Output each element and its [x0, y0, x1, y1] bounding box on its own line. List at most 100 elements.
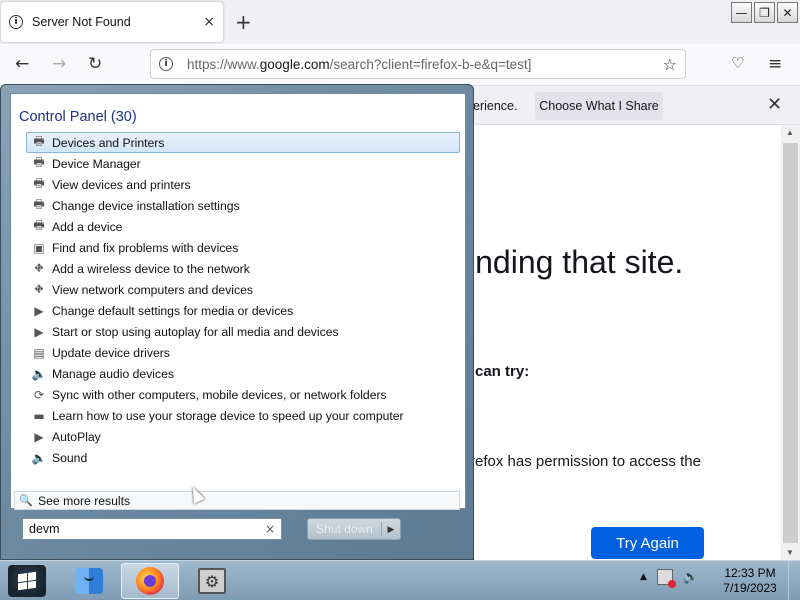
control-panel-group-title[interactable]: Control Panel (30): [19, 109, 137, 125]
autoplay-icon: ▶: [34, 429, 44, 444]
clock-date: 7/19/2023: [723, 581, 777, 595]
result-item[interactable]: 🔈 Manage audio devices: [26, 363, 460, 384]
result-list: 🖶 Devices and Printers 🖶 Device Manager 🖶 Vie…: [26, 132, 460, 468]
result-item-label: Add a device: [52, 219, 123, 234]
result-item-label: Change device installation settings: [52, 198, 240, 213]
printer-icon: 🖶: [33, 134, 45, 148]
clear-search-icon[interactable]: ×: [265, 522, 275, 536]
try-again-button[interactable]: Try Again: [591, 527, 704, 559]
network-status-icon[interactable]: [656, 569, 676, 588]
result-item[interactable]: ⟳ Sync with other computers, mobile devic…: [26, 384, 460, 405]
browser-tab[interactable]: i Server Not Found ×: [1, 2, 223, 42]
result-item[interactable]: ⛖ View network computers and devices: [26, 279, 460, 300]
system-tray: ▲ 🔈: [640, 569, 699, 588]
clock-time: 12:33 PM: [724, 566, 776, 580]
window-icon: ▣: [33, 240, 45, 255]
result-item-label: View network computers and devices: [52, 282, 253, 297]
result-item-label: Learn how to use your storage device to …: [52, 408, 404, 423]
restore-button[interactable]: ❐: [754, 2, 775, 23]
result-item-label: AutoPlay: [52, 429, 101, 444]
result-item-label: Update device drivers: [52, 345, 170, 360]
see-more-results[interactable]: 🔍 See more results: [14, 491, 460, 510]
result-item-label: Start or stop using autoplay for all med…: [52, 324, 339, 339]
volume-muted-icon[interactable]: 🔈: [683, 570, 699, 585]
info-icon: i: [9, 15, 23, 29]
result-item[interactable]: 🖶 View devices and printers: [26, 174, 460, 195]
result-item-label: Find and fix problems with devices: [52, 240, 239, 255]
taskbar-clock[interactable]: 12:33 PM 7/19/2023: [718, 566, 782, 596]
reload-icon[interactable]: ↻: [88, 54, 102, 74]
scroll-down-arrow-icon[interactable]: ▼: [786, 548, 794, 557]
error-heading: inding that site.: [468, 244, 684, 280]
network-icon: ⛖: [34, 282, 44, 296]
scroll-thumb[interactable]: [783, 143, 798, 543]
result-item[interactable]: ▤ Update device drivers: [26, 342, 460, 363]
url-prefix: https://www.: [187, 56, 260, 72]
start-menu: Control Panel (30) 🖶 Devices and Printers…: [0, 84, 474, 560]
forward-arrow-icon[interactable]: →: [52, 54, 66, 74]
result-item[interactable]: 🖶 Device Manager: [26, 153, 460, 174]
url-domain: google.com: [259, 56, 330, 72]
taskbar-finder-button[interactable]: [60, 563, 118, 599]
close-notice-icon[interactable]: ✕: [767, 94, 782, 115]
speaker-icon: 🔈: [31, 366, 47, 381]
start-button[interactable]: [8, 565, 46, 597]
shutdown-button[interactable]: Shut down ▶: [307, 518, 401, 540]
autoplay-icon: ▶: [34, 303, 44, 318]
bookmark-star-icon[interactable]: ☆: [663, 55, 677, 74]
result-item[interactable]: ▬ Learn how to use your storage device to…: [26, 405, 460, 426]
url-suffix: /search?client=firefox-b-e&q=test]: [329, 56, 532, 72]
choose-what-i-share-button[interactable]: Choose What I Share: [535, 92, 663, 120]
result-item-label: Sound: [52, 450, 88, 465]
suggestions-heading: can try:: [475, 363, 530, 380]
back-arrow-icon[interactable]: ←: [15, 54, 29, 74]
result-item[interactable]: ⛖ Add a wireless device to the network: [26, 258, 460, 279]
suggestion-text: refox has permission to access the: [470, 453, 701, 470]
driver-icon: ▤: [33, 345, 45, 360]
url-bar[interactable]: i https://www.google.com/search?client=f…: [150, 49, 686, 79]
scroll-up-arrow-icon[interactable]: ▲: [786, 128, 794, 137]
window-controls: — ❐ ✕: [731, 2, 798, 23]
printer-icon: 🖶: [33, 176, 45, 190]
search-value[interactable]: devm: [29, 522, 265, 536]
monitor-icon: ▬: [33, 408, 45, 423]
new-tab-button[interactable]: +: [235, 10, 252, 34]
printer-icon: 🖶: [33, 218, 45, 232]
result-item[interactable]: ▶ Change default settings for media or de…: [26, 300, 460, 321]
show-hidden-icons-arrow-icon[interactable]: ▲: [640, 572, 647, 582]
start-search-input[interactable]: devm ×: [22, 518, 282, 540]
taskbar: ⚙ ▲ 🔈 12:33 PM 7/19/2023: [0, 560, 800, 600]
search-results-panel: Control Panel (30) 🖶 Devices and Printers…: [10, 93, 466, 510]
taskbar-control-panel-button[interactable]: ⚙: [183, 563, 241, 599]
result-item-label: Device Manager: [52, 156, 141, 171]
printer-icon: 🖶: [33, 197, 45, 211]
result-item[interactable]: 🖶 Devices and Printers: [26, 132, 460, 153]
site-info-icon[interactable]: i: [159, 57, 173, 71]
url-text[interactable]: https://www.google.com/search?client=fir…: [187, 57, 663, 72]
result-item[interactable]: ▶ Start or stop using autoplay for all me…: [26, 321, 460, 342]
result-item[interactable]: 🔈 Sound: [26, 447, 460, 468]
result-item[interactable]: 🖶 Change device installation settings: [26, 195, 460, 216]
firefox-icon: [136, 567, 164, 595]
result-item[interactable]: ▶ AutoPlay: [26, 426, 460, 447]
page-scrollbar[interactable]: ▲ ▼: [781, 125, 800, 560]
hamburger-menu-icon[interactable]: ≡: [768, 54, 782, 74]
pocket-icon[interactable]: ♡: [731, 54, 744, 72]
shutdown-options-arrow-icon[interactable]: ▶: [382, 524, 400, 535]
autoplay-icon: ▶: [34, 324, 44, 339]
close-window-button[interactable]: ✕: [777, 2, 798, 23]
shutdown-label: Shut down: [308, 522, 382, 536]
result-item[interactable]: 🖶 Add a device: [26, 216, 460, 237]
show-desktop-button[interactable]: [788, 561, 800, 600]
notice-text: erience.: [473, 99, 518, 113]
network-icon: ⛖: [34, 261, 44, 275]
minimize-button[interactable]: —: [731, 2, 752, 23]
see-more-label: See more results: [38, 493, 131, 508]
tab-title: Server Not Found: [32, 15, 131, 29]
close-tab-icon[interactable]: ×: [203, 14, 215, 30]
sync-icon: ⟳: [33, 387, 45, 402]
taskbar-firefox-button[interactable]: [121, 563, 179, 599]
result-item[interactable]: ▣ Find and fix problems with devices: [26, 237, 460, 258]
browser-tab-bar: i Server Not Found × + — ❐ ✕: [0, 0, 800, 44]
printer-icon: 🖶: [33, 155, 45, 169]
